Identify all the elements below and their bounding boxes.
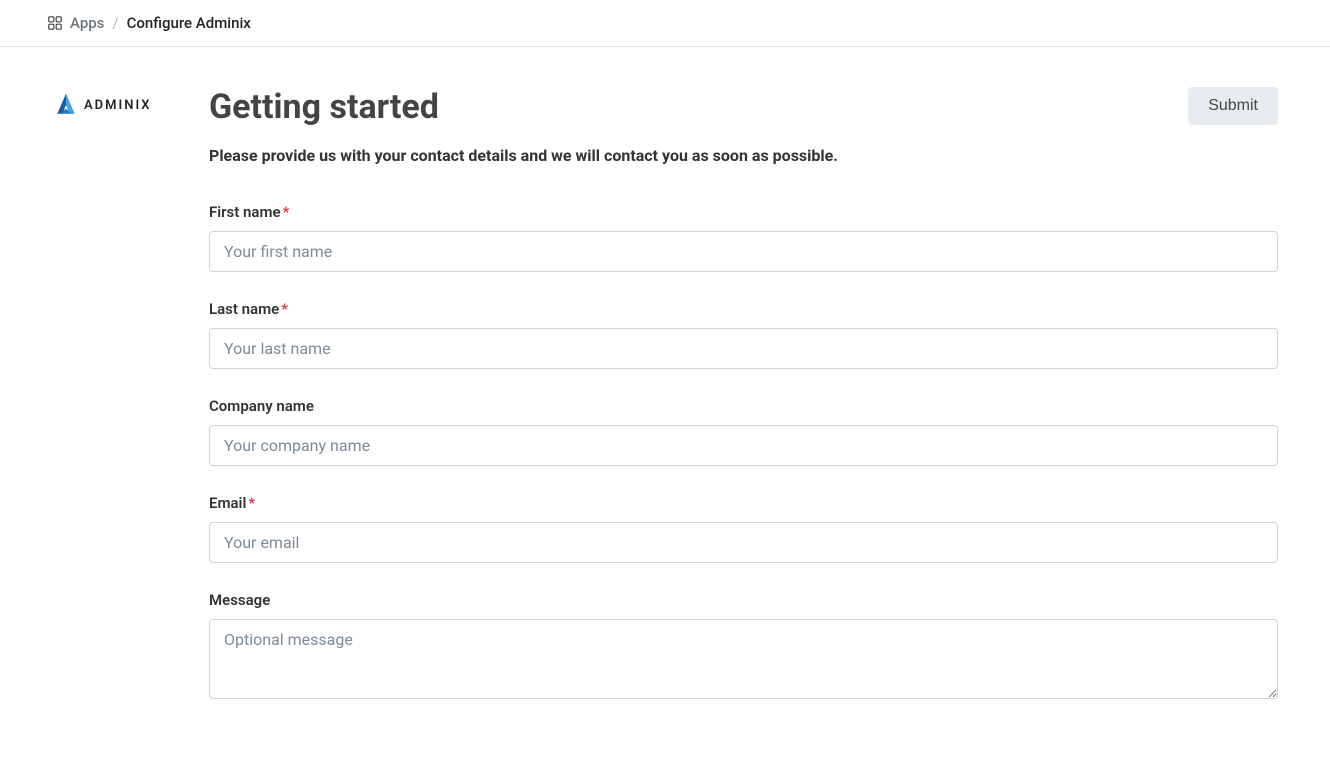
last-name-label: Last name*	[209, 300, 1278, 318]
submit-button[interactable]: Submit	[1188, 87, 1278, 125]
apps-grid-icon	[48, 16, 62, 30]
company-name-input[interactable]	[209, 425, 1278, 466]
page-subtitle: Please provide us with your contact deta…	[209, 146, 1278, 165]
breadcrumb: Apps / Configure Adminix	[0, 0, 1330, 47]
page-title: Getting started	[209, 87, 439, 128]
email-label: Email*	[209, 494, 1278, 512]
breadcrumb-link-apps[interactable]: Apps	[70, 14, 104, 32]
first-name-label: First name*	[209, 203, 1278, 221]
company-name-label: Company name	[209, 397, 1278, 415]
brand-logo: ADMINIX	[52, 91, 179, 119]
message-label: Message	[209, 591, 1278, 609]
last-name-input[interactable]	[209, 328, 1278, 369]
breadcrumb-current: Configure Adminix	[127, 14, 251, 32]
required-asterisk: *	[281, 300, 288, 318]
message-textarea[interactable]	[209, 619, 1278, 699]
email-input[interactable]	[209, 522, 1278, 563]
required-asterisk: *	[283, 203, 290, 221]
adminix-logo-icon	[52, 91, 80, 119]
brand-name: ADMINIX	[84, 98, 152, 113]
breadcrumb-separator: /	[112, 14, 118, 32]
required-asterisk: *	[248, 494, 255, 512]
first-name-input[interactable]	[209, 231, 1278, 272]
